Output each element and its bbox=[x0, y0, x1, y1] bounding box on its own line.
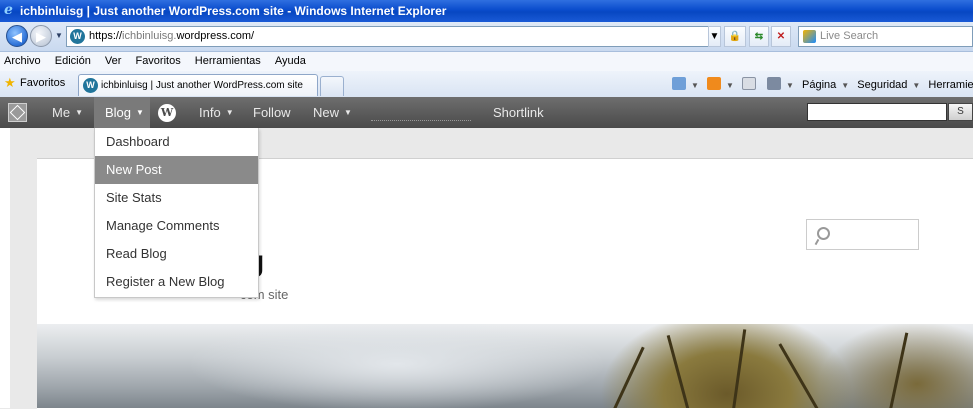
window-titlebar: e ichbinluisg | Just another WordPress.c… bbox=[0, 0, 973, 22]
tools-menu[interactable]: Herramientas bbox=[928, 79, 973, 91]
menu-herramientas[interactable]: Herramientas bbox=[195, 55, 261, 67]
admin-new-label: New bbox=[313, 105, 340, 120]
forward-button[interactable]: ▶ bbox=[30, 25, 52, 47]
menu-item-register-new-blog[interactable]: Register a New Blog bbox=[95, 268, 258, 296]
mail-icon[interactable] bbox=[741, 77, 756, 90]
menu-bar: Archivo Edición Ver Favoritos Herramient… bbox=[0, 52, 973, 72]
admin-info-menu[interactable]: Info ▼ bbox=[199, 97, 234, 128]
menu-edicion[interactable]: Edición bbox=[55, 55, 91, 67]
page-menu[interactable]: Página bbox=[802, 79, 836, 91]
stop-icon[interactable]: ✕ bbox=[771, 26, 791, 47]
blog-dropdown-menu: Dashboard New Post Site Stats Manage Com… bbox=[94, 128, 259, 298]
admin-shortlink-label: Shortlink bbox=[493, 105, 544, 120]
admin-search-button[interactable]: S bbox=[948, 103, 973, 121]
url-text[interactable]: https://ichbinluisg.wordpress.com/ bbox=[89, 30, 254, 42]
admin-blog-menu[interactable]: Blog ▼ bbox=[94, 97, 150, 128]
admin-shortlink-button[interactable]: Shortlink bbox=[493, 97, 544, 128]
address-bar[interactable]: W https://ichbinluisg.wordpress.com/ bbox=[66, 26, 721, 47]
menu-ver[interactable]: Ver bbox=[105, 55, 122, 67]
menu-item-manage-comments[interactable]: Manage Comments bbox=[95, 212, 258, 240]
tab-title: ichbinluisg | Just another WordPress.com… bbox=[101, 80, 303, 91]
site-header-image bbox=[37, 324, 973, 408]
admin-new-menu[interactable]: New ▼ bbox=[313, 97, 352, 128]
print-icon[interactable] bbox=[767, 77, 782, 90]
wordpress-logo-icon[interactable]: W bbox=[158, 104, 176, 122]
history-dropdown-icon[interactable]: ▼ bbox=[55, 31, 63, 40]
shortlink-field[interactable] bbox=[371, 106, 471, 121]
menu-item-read-blog[interactable]: Read Blog bbox=[95, 240, 258, 268]
menu-favoritos[interactable]: Favoritos bbox=[135, 55, 180, 67]
window-title: ichbinluisg | Just another WordPress.com… bbox=[20, 4, 447, 18]
favorites-bar: ★ Favoritos W ichbinluisg | Just another… bbox=[0, 71, 973, 98]
new-tab-button[interactable] bbox=[320, 76, 344, 96]
feeds-icon[interactable] bbox=[706, 77, 721, 90]
tab-favicon-icon: W bbox=[83, 78, 98, 93]
refresh-icon[interactable]: ⇆ bbox=[749, 26, 769, 47]
command-bar: ▼ ▼ ▼ Página▼ Seguridad▼ Herramientas bbox=[672, 77, 973, 91]
admin-me-label: Me bbox=[52, 105, 71, 120]
menu-item-new-post[interactable]: New Post bbox=[95, 156, 258, 184]
site-search-input[interactable] bbox=[806, 219, 919, 250]
admin-blog-label: Blog bbox=[105, 105, 132, 120]
menu-item-site-stats[interactable]: Site Stats bbox=[95, 184, 258, 212]
me-caret-icon: ▼ bbox=[75, 108, 83, 117]
security-menu[interactable]: Seguridad bbox=[857, 79, 907, 91]
new-caret-icon: ▼ bbox=[344, 108, 352, 117]
live-search-placeholder: Live Search bbox=[820, 30, 879, 42]
page-left-gutter bbox=[0, 128, 10, 408]
admin-follow-button[interactable]: Follow bbox=[253, 97, 291, 128]
admin-search-input[interactable] bbox=[807, 103, 947, 121]
ie-logo-icon: e bbox=[4, 2, 13, 18]
admin-me-menu[interactable]: Me ▼ bbox=[52, 97, 83, 128]
menu-archivo[interactable]: Archivo bbox=[4, 55, 41, 67]
wpcom-logo-icon[interactable] bbox=[8, 103, 27, 122]
admin-info-label: Info bbox=[199, 105, 221, 120]
address-toolbar: ◀ ▶ ▼ W https://ichbinluisg.wordpress.co… bbox=[0, 22, 973, 52]
live-search-input[interactable]: Live Search bbox=[798, 26, 973, 47]
admin-follow-label: Follow bbox=[253, 105, 291, 120]
lock-icon[interactable]: 🔒 bbox=[724, 26, 746, 47]
back-button[interactable]: ◀ bbox=[6, 25, 28, 47]
address-dropdown-icon[interactable]: ▼ bbox=[708, 26, 721, 47]
wp-admin-bar: Me ▼ Blog ▼ W Info ▼ Follow New ▼ Shortlink … bbox=[0, 97, 973, 128]
site-favicon-icon: W bbox=[70, 29, 85, 44]
search-icon bbox=[817, 227, 830, 240]
favorites-button[interactable]: Favoritos bbox=[20, 77, 65, 89]
live-search-icon bbox=[803, 30, 816, 43]
home-icon[interactable] bbox=[672, 77, 686, 90]
menu-ayuda[interactable]: Ayuda bbox=[275, 55, 306, 67]
browser-tab[interactable]: W ichbinluisg | Just another WordPress.c… bbox=[78, 74, 318, 96]
favorites-star-icon[interactable]: ★ bbox=[4, 75, 16, 91]
blog-caret-icon: ▼ bbox=[136, 108, 144, 117]
info-caret-icon: ▼ bbox=[225, 108, 234, 117]
menu-item-dashboard[interactable]: Dashboard bbox=[95, 128, 258, 156]
